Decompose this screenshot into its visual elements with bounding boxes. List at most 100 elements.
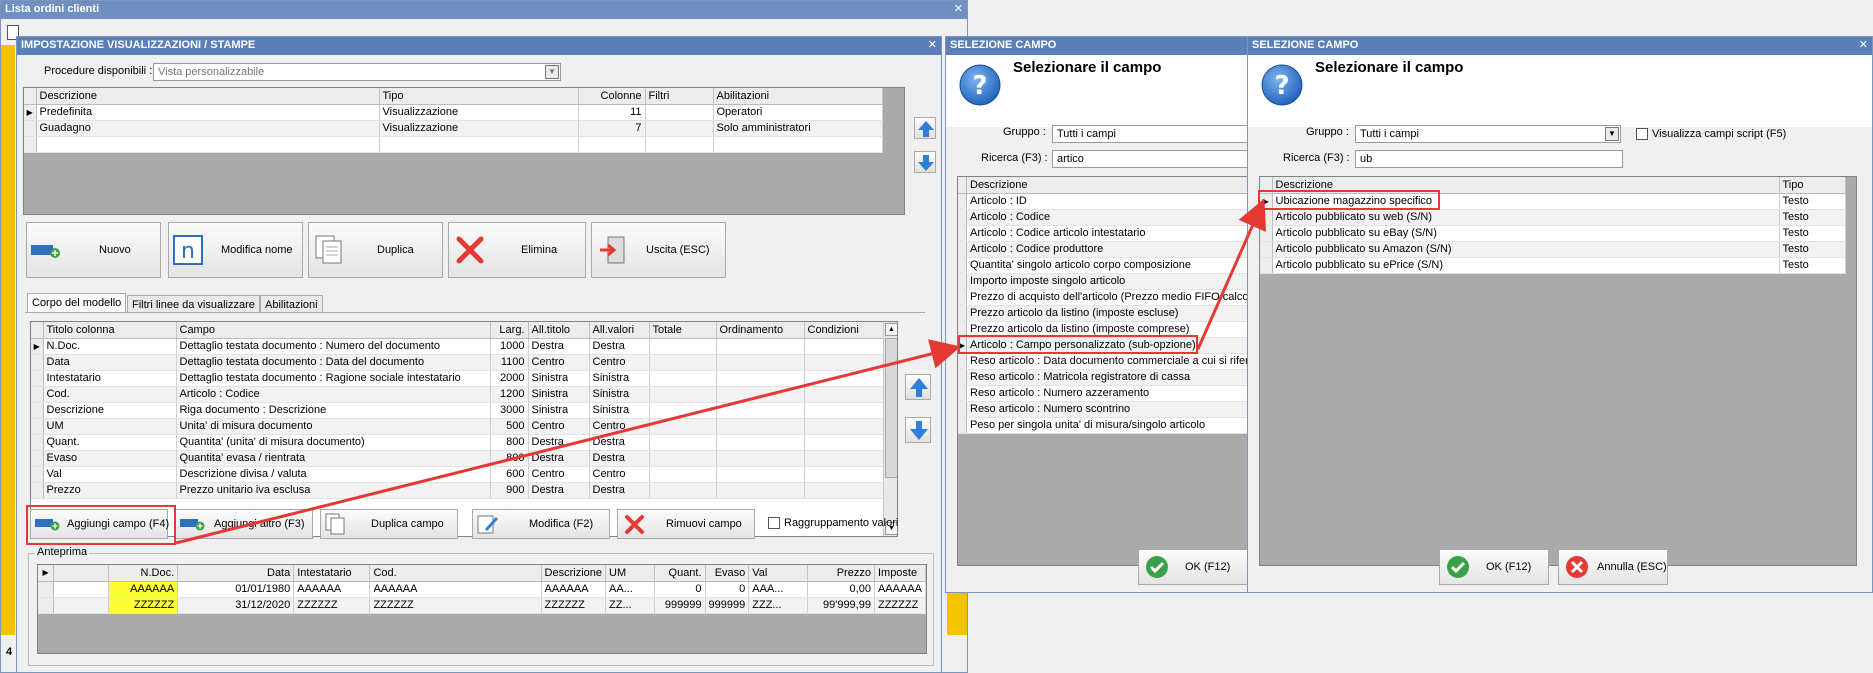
fields-cell: Centro [589, 418, 650, 435]
add-item-icon [31, 245, 60, 258]
duplicate-field-button[interactable]: Duplica campo [320, 509, 458, 539]
grouping-checkbox[interactable] [768, 517, 780, 529]
select2-indicator [1260, 225, 1273, 242]
fields-row[interactable]: Cod. Articolo : Codice 1200 Sinistra Sinistr… [31, 386, 884, 403]
fields-col-header: Campo [176, 322, 491, 339]
views-col-header: Abilitazioni [713, 88, 883, 105]
preview-cell: ZZZZZZ [293, 597, 371, 614]
fields-row[interactable]: Descrizione Riga documento : Descrizione 3… [31, 402, 884, 419]
views-row[interactable]: Guadagno Visualizzazione 7 Solo amministrat… [24, 120, 883, 137]
fields-scrollbar[interactable]: ▲ ▼ [883, 322, 897, 536]
move-down-button[interactable] [914, 151, 936, 173]
select1-row[interactable]: Quantita' singolo articolo corpo composi… [958, 257, 1261, 274]
tab-filtri-linee[interactable]: Filtri linee da visualizzare [127, 295, 260, 312]
select-field-2-search-input[interactable]: ub [1355, 150, 1623, 168]
tab-abilitazioni[interactable]: Abilitazioni [260, 295, 323, 312]
select2-row[interactable]: Articolo pubblicato su web (S/N) Testo [1260, 209, 1846, 226]
chevron-down-icon[interactable]: ▼ [1605, 127, 1619, 141]
select1-indicator [958, 241, 967, 258]
select1-row[interactable]: Articolo : ID [958, 193, 1261, 210]
remove-field-button[interactable]: Rimuovi campo [617, 509, 755, 539]
rename-icon: n [173, 235, 203, 265]
select-field-2-ok-button[interactable]: OK (F12) [1439, 549, 1549, 585]
new-button[interactable]: Nuovo [26, 222, 161, 278]
select2-row[interactable]: Articolo pubblicato su eBay (S/N) Testo [1260, 225, 1846, 242]
close-icon[interactable]: ✕ [954, 2, 963, 15]
svg-text:n: n [181, 239, 195, 264]
field-move-up-button[interactable] [905, 374, 931, 400]
select1-row[interactable]: Prezzo articolo da listino (imposte escl… [958, 305, 1261, 322]
views-cell [578, 136, 646, 153]
select-field-1-search-input[interactable]: artico [1052, 150, 1262, 168]
add-field-button[interactable]: Aggiungi campo (F4) [30, 509, 170, 539]
rename-button[interactable]: n Modifica nome [168, 222, 303, 278]
select1-row[interactable]: Prezzo articolo da listino (imposte comp… [958, 321, 1261, 338]
fields-indicator [31, 402, 44, 419]
field-move-down-button[interactable] [905, 417, 931, 443]
select2-row[interactable]: Articolo pubblicato su Amazon (S/N) Testo [1260, 241, 1846, 258]
select2-row[interactable]: ▶ Ubicazione magazzino specifico Testo [1260, 193, 1846, 210]
select-field-2-cancel-button[interactable]: Annulla (ESC) [1558, 549, 1668, 585]
select1-row[interactable]: Importo imposte singolo articolo [958, 273, 1261, 290]
close-icon[interactable]: ✕ [1859, 38, 1868, 51]
select-field-2-cancel-label: Annulla (ESC) [1597, 561, 1667, 573]
select1-row[interactable]: Prezzo di acquisto dell'articolo (Prezzo… [958, 289, 1261, 306]
move-up-button[interactable] [914, 117, 936, 139]
fields-cell: Evaso [43, 450, 177, 467]
select1-row[interactable]: Reso articolo : Numero scontrino [958, 401, 1261, 418]
preview-cell: ZZZZZZ [369, 597, 542, 614]
scroll-up-icon[interactable]: ▲ [885, 323, 897, 336]
preview-row[interactable]: ZZZZZZ 31/12/2020 ZZZZZZ ZZZZZZ ZZZZZZ ZZ... 9… [38, 597, 926, 614]
fields-row[interactable]: ▶ N.Doc. Dettaglio testata documento : Num… [31, 338, 884, 355]
scroll-thumb[interactable] [885, 338, 897, 478]
select1-row[interactable]: ▶ Articolo : Campo personalizzato (sub-op… [958, 337, 1261, 354]
edit-field-button[interactable]: Modifica (F2) [472, 509, 610, 539]
fields-cell: 800 [490, 434, 529, 451]
select-field-2-group-select[interactable]: Tutti i campi ▼ [1355, 125, 1621, 143]
preview-row[interactable]: AAAAAA 01/01/1980 AAAAAA AAAAAA AAAAAA AA... 0… [38, 581, 926, 598]
fields-row[interactable]: Data Dettaglio testata documento : Data d… [31, 354, 884, 371]
close-icon[interactable]: ✕ [928, 38, 937, 51]
select1-row[interactable]: Articolo : Codice produttore [958, 241, 1261, 258]
script-fields-checkbox[interactable] [1636, 128, 1648, 140]
duplicate-button[interactable]: Duplica [308, 222, 443, 278]
select2-indicator [1260, 209, 1273, 226]
views-row[interactable]: ▶ Predefinita Visualizzazione 11 Operatori [24, 104, 883, 121]
yellow-side-strip [1, 45, 15, 635]
select1-row[interactable]: Reso articolo : Numero azzeramento [958, 385, 1261, 402]
select-field-1-ok-button[interactable]: OK (F12) [1138, 549, 1248, 585]
fields-row[interactable]: Intestatario Dettaglio testata documento … [31, 370, 884, 387]
fields-cell [804, 354, 884, 371]
select1-row[interactable]: Peso per singola unita' di misura/singol… [958, 417, 1261, 434]
fields-row[interactable]: Val Descrizione divisa / valuta 600 Centro C… [31, 466, 884, 483]
select1-row[interactable]: Articolo : Codice [958, 209, 1261, 226]
fields-row[interactable]: Quant. Quantita' (unita' di misura docume… [31, 434, 884, 451]
fields-cell [804, 386, 884, 403]
fields-cell: 1000 [490, 338, 529, 355]
add-field-button-label: Aggiungi campo (F4) [67, 518, 170, 530]
select-field-1-group-select[interactable]: Tutti i campi [1052, 125, 1262, 143]
fields-row[interactable]: Evaso Quantita' evasa / rientrata 800 Destr… [31, 450, 884, 467]
add-other-button[interactable]: Aggiungi altro (F3) [175, 509, 313, 539]
check-circle-icon [1447, 556, 1469, 578]
select1-cell: Prezzo articolo da listino (imposte comp… [966, 321, 1261, 338]
fields-cell: Descrizione [43, 402, 177, 419]
select1-row[interactable]: Articolo : Codice articolo intestatario [958, 225, 1261, 242]
tab-corpo-del-modello[interactable]: Corpo del modello [27, 293, 127, 312]
fields-row[interactable]: Prezzo Prezzo unitario iva esclusa 900 Dest… [31, 482, 884, 499]
exit-button[interactable]: Uscita (ESC) [591, 222, 726, 278]
fields-cell: Destra [589, 434, 650, 451]
fields-table: Titolo colonna Campo Larg. All.titolo All.va… [31, 322, 884, 499]
rename-button-label: Modifica nome [221, 244, 293, 256]
preview-cell: 0 [705, 581, 750, 598]
preview-cell: ZZZZZZ [874, 597, 926, 614]
select2-row[interactable]: Articolo pubblicato su ePrice (S/N) Testo [1260, 257, 1846, 274]
select1-row[interactable]: Reso articolo : Matricola registratore d… [958, 369, 1261, 386]
chevron-down-icon[interactable]: ▼ [545, 65, 559, 79]
procedure-select[interactable]: Vista personalizzabile ▼ [153, 63, 561, 81]
select1-row[interactable]: Reso articolo : Data documento commercia… [958, 353, 1261, 370]
fields-row[interactable]: UM Unita' di misura documento 500 Centro Cen… [31, 418, 884, 435]
delete-button[interactable]: Elimina [448, 222, 586, 278]
select-field-2-header-row: Descrizione Tipo [1260, 177, 1846, 194]
fields-cell: Destra [589, 450, 650, 467]
